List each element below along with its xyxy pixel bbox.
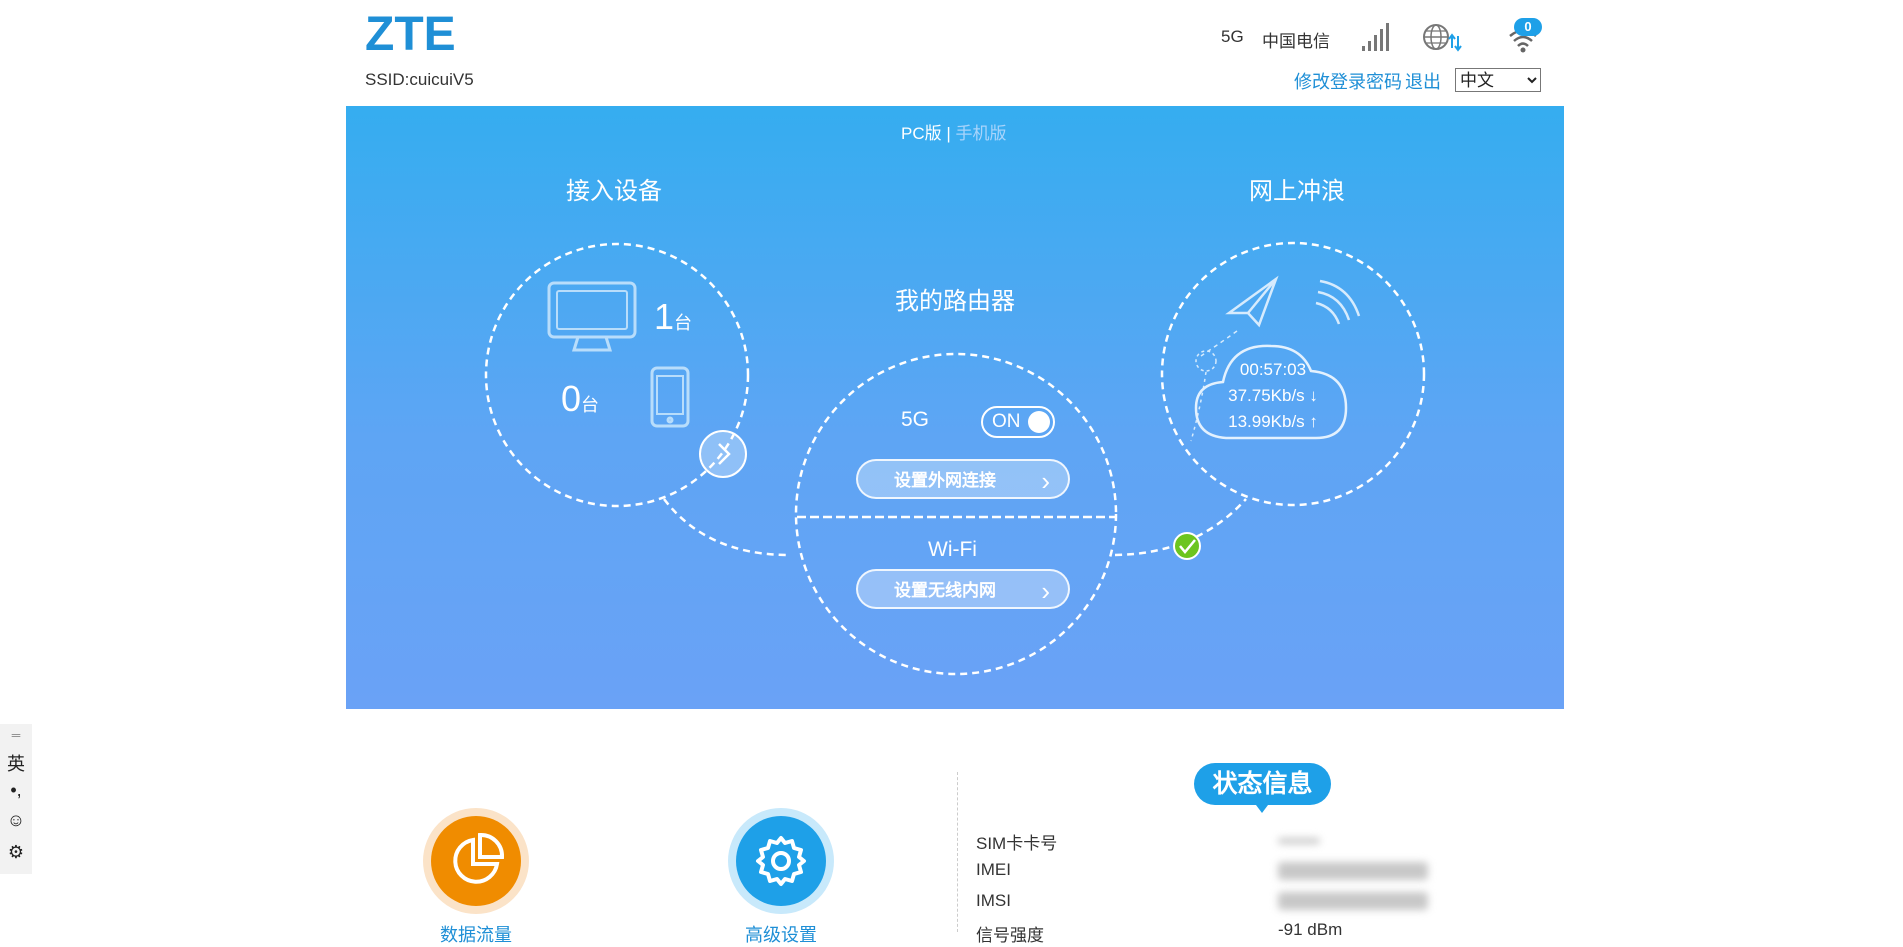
upload-speed: 13.99Kb/s ↑	[1228, 412, 1318, 431]
network-type: 5G	[1221, 27, 1244, 46]
hero-panel: PC版 | 手机版 接入设备 1台 0台 我的路由器 5G ON 设置外网连接 …	[346, 106, 1564, 709]
imsi-value-redacted	[1278, 892, 1428, 910]
zte-logo: ZTE	[365, 8, 455, 56]
monitor-icon	[547, 281, 637, 352]
phone-icon	[650, 366, 690, 428]
data-usage-label[interactable]: 数据流量	[376, 921, 576, 947]
signal-strength-value: -91 dBm	[1278, 920, 1343, 939]
chevron-right-icon: ›	[1041, 466, 1050, 496]
mode-mobile[interactable]: 手机版	[956, 124, 1007, 143]
imei-label: IMEI	[976, 860, 1011, 879]
mobile-count-unit: 台	[581, 395, 600, 415]
lan-setup-label: 设置无线内网	[894, 581, 996, 600]
section-divider	[957, 772, 958, 932]
lan-setup-button[interactable]: 设置无线内网 ›	[856, 569, 1070, 609]
imsi-label: IMSI	[976, 891, 1011, 910]
ime-toolbar: ═ 英 •, ☺ ⚙	[0, 724, 32, 874]
ssid-label: SSID:cuicuiV5	[365, 70, 474, 89]
paper-plane-icon	[1200, 275, 1279, 357]
ime-punctuation-toggle[interactable]: •,	[0, 780, 32, 801]
gear-icon	[756, 836, 806, 886]
router-title: 我的路由器	[895, 288, 1015, 315]
hero-graphics	[484, 241, 1426, 676]
pc-count-value: 1	[654, 296, 675, 337]
imei-value-redacted	[1278, 862, 1428, 880]
toggle-5g-state: ON	[992, 411, 1021, 432]
mode-separator: |	[946, 124, 951, 143]
connected-check-icon	[1173, 532, 1201, 560]
ime-emoji-icon[interactable]: ☺	[0, 810, 32, 831]
mobile-count-value: 0	[561, 378, 582, 419]
toggle-knob	[1028, 411, 1050, 433]
signal-strength-label: 信号强度	[976, 926, 1044, 945]
ime-language-toggle[interactable]: 英	[0, 750, 32, 776]
globe-transfer-icon	[1423, 24, 1462, 52]
surf-title: 网上冲浪	[1249, 178, 1345, 205]
connection-duration: 00:57:03	[1239, 360, 1307, 379]
status-pointer	[1256, 805, 1268, 813]
advanced-settings-icon-bg[interactable]	[736, 816, 826, 906]
wifi-clients-badge: 0	[1514, 18, 1542, 36]
logout-link[interactable]: 退出	[1405, 68, 1441, 94]
download-speed: 37.75Kb/s ↓	[1228, 386, 1318, 405]
status-info-title: 状态信息	[1194, 763, 1331, 805]
chevron-right-icon: ›	[1041, 576, 1050, 606]
signal-strength-icon	[1362, 23, 1389, 51]
devices-router-link	[663, 498, 787, 557]
ime-drag-handle[interactable]: ═	[0, 728, 32, 742]
data-usage-icon-bg[interactable]	[431, 816, 521, 906]
logo-text: ZTE	[365, 8, 455, 56]
pc-count: 1台	[654, 296, 692, 338]
sim-card-value-redacted	[1278, 838, 1320, 844]
router-circle	[794, 352, 1118, 676]
label-5g: 5G	[901, 408, 930, 431]
mode-pc[interactable]: PC版	[901, 124, 942, 143]
pie-chart-icon	[453, 832, 505, 884]
advanced-settings-label[interactable]: 高级设置	[681, 921, 881, 947]
devices-title: 接入设备	[566, 178, 662, 205]
wan-setup-button[interactable]: 设置外网连接 ›	[856, 459, 1070, 499]
pc-count-unit: 台	[674, 313, 693, 333]
wan-setup-label: 设置外网连接	[894, 471, 996, 490]
toggle-5g[interactable]: ON	[981, 406, 1055, 438]
sim-card-label: SIM卡卡号	[976, 834, 1058, 853]
wifi-label: Wi-Fi	[928, 538, 977, 561]
devices-detail-button	[699, 430, 747, 478]
change-password-link[interactable]: 修改登录密码	[1294, 68, 1402, 94]
language-select[interactable]: 中文	[1455, 68, 1541, 92]
view-mode-toggle: PC版 | 手机版	[901, 119, 1007, 144]
ime-settings-icon[interactable]: ⚙	[0, 842, 32, 863]
carrier-name: 中国电信	[1262, 32, 1330, 51]
mobile-count: 0台	[561, 378, 599, 420]
broadcast-icon	[1315, 279, 1361, 325]
